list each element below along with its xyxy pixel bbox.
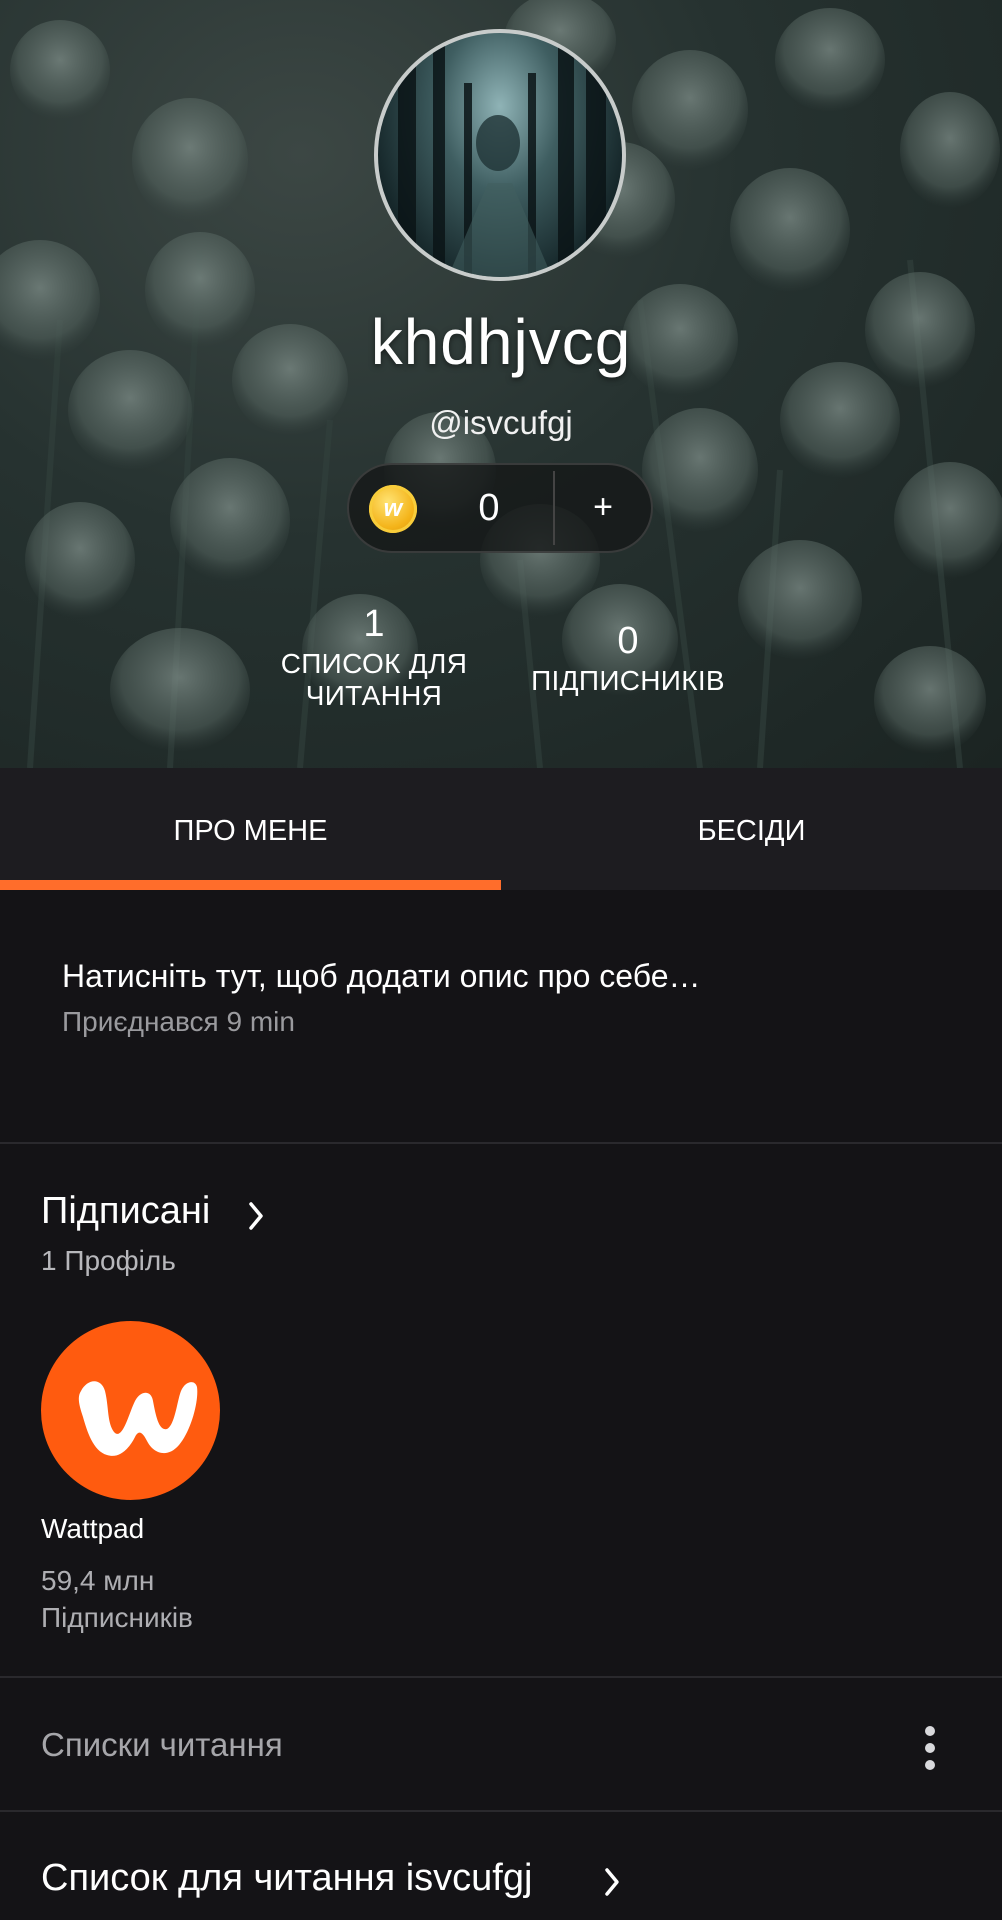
following-title: Підписані (41, 1190, 211, 1232)
following-item-followers-label: Підписників (41, 1602, 193, 1633)
joined-date: Приєднався 9 min (62, 1006, 295, 1037)
following-count: 1 Профіль (41, 1245, 176, 1276)
tab-about-me[interactable]: ПРО МЕНЕ (0, 768, 501, 890)
tab-conversations[interactable]: БЕСІДИ (501, 768, 1002, 890)
chevron-right-icon (249, 1202, 263, 1230)
add-description-prompt[interactable]: Натисніть тут, щоб додати опис про себе… (62, 958, 700, 995)
following-item-followers-count: 59,4 млн (41, 1565, 155, 1596)
reading-lists-count: 1 (363, 603, 385, 645)
wattpad-w-icon (78, 1381, 198, 1456)
profile-page: khdhjvcg @isvcufgj w 0 + 1 СПИСОК ДЛЯ ЧИ… (0, 0, 1002, 1920)
wattpad-coin-icon: w (369, 485, 417, 533)
section-divider (0, 1142, 1002, 1144)
section-divider (0, 1676, 1002, 1678)
wattpad-logo-avatar[interactable] (41, 1321, 220, 1500)
profile-header: khdhjvcg @isvcufgj w 0 + 1 СПИСОК ДЛЯ ЧИ… (0, 0, 1002, 768)
more-options-icon[interactable] (918, 1724, 942, 1772)
followers-count: 0 (617, 620, 639, 662)
section-divider (0, 1810, 1002, 1812)
avatar-forest-image (398, 33, 606, 277)
following-item-name[interactable]: Wattpad (41, 1513, 144, 1545)
following-section-header[interactable]: Підписані (41, 1190, 210, 1233)
reading-lists-stat[interactable]: 1 СПИСОК ДЛЯ ЧИТАННЯ (262, 600, 486, 712)
profile-display-name: khdhjvcg (370, 306, 632, 378)
followers-stat[interactable]: 0 ПІДПИСНИКІВ (508, 617, 748, 697)
coin-count: 0 (478, 487, 500, 529)
reading-lists-label-line2: ЧИТАННЯ (305, 680, 443, 711)
reading-lists-label-line1: СПИСОК ДЛЯ (280, 648, 468, 679)
reading-list-title[interactable]: Список для читання isvcufgj (41, 1857, 532, 1900)
profile-tabs: ПРО МЕНЕ БЕСІДИ (0, 768, 1002, 890)
followers-label: ПІДПИСНИКІВ (531, 665, 725, 696)
coin-balance-pill: w 0 + (347, 463, 653, 553)
active-tab-indicator (0, 880, 501, 890)
avatar[interactable] (374, 29, 626, 281)
chevron-right-icon (605, 1868, 619, 1896)
reading-lists-section-title: Списки читання (41, 1726, 283, 1763)
buy-coins-button[interactable]: + (555, 465, 651, 551)
profile-handle: @isvcufgj (429, 404, 573, 441)
